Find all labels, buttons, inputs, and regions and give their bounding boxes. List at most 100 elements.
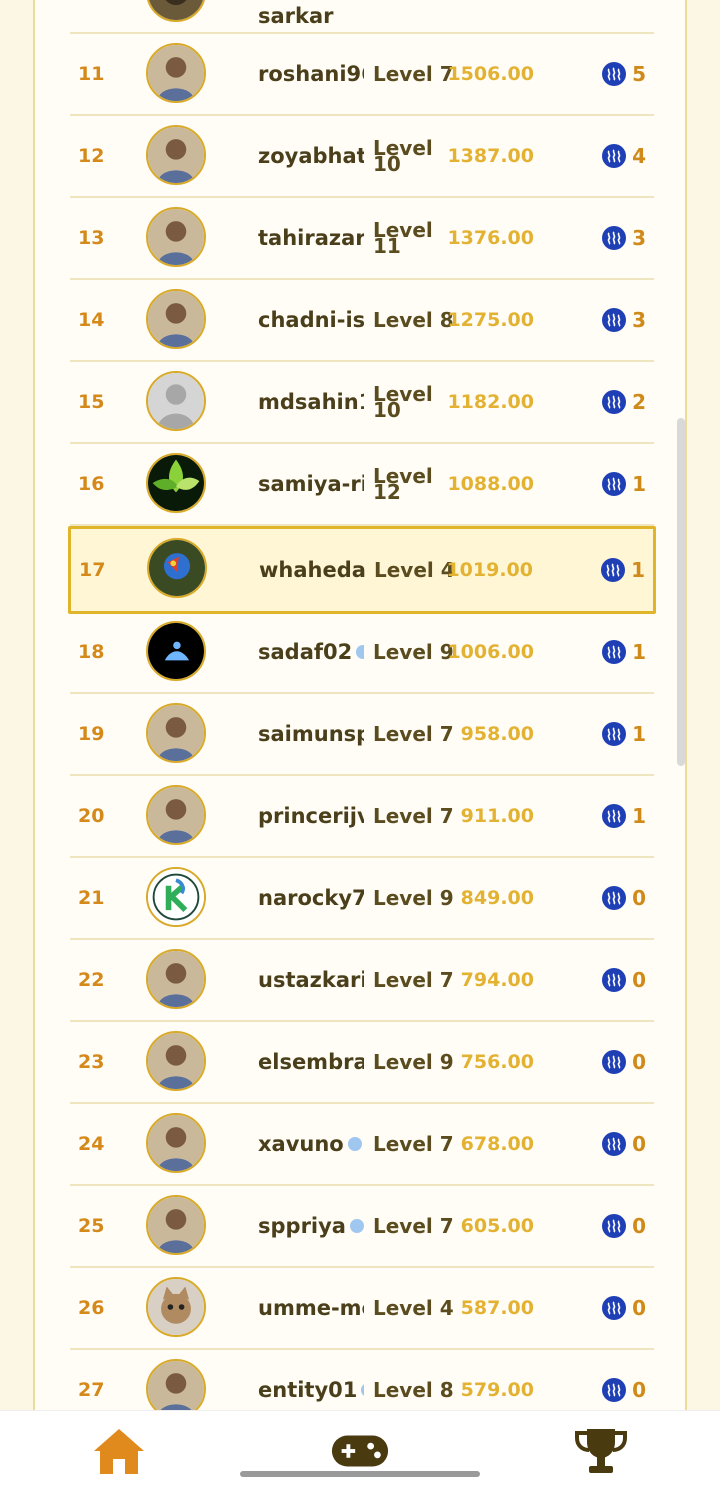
verified-info-icon (361, 1383, 364, 1397)
leaderboard-row[interactable]: 19 saimunsp Level 7 958.00 1 (70, 694, 654, 776)
leaderboard-row[interactable]: 15 mdsahin1 Level 10 1182.00 2 (70, 362, 654, 444)
leaderboard-row[interactable]: 24 xavuno Level 7 678.00 0 (70, 1104, 654, 1186)
avatar-leaves (148, 455, 204, 511)
score: 579.00 (460, 1379, 534, 1401)
avatar[interactable] (146, 1277, 206, 1337)
score: 1376.00 (447, 227, 534, 249)
reward-count: 1 (632, 722, 646, 746)
username-text: saimunsp (258, 722, 364, 746)
rank: 11 (78, 63, 105, 85)
steem-coin (602, 640, 626, 664)
username[interactable]: zoyabhat (258, 116, 364, 196)
username[interactable]: sarkar (258, 0, 364, 32)
tab-home[interactable] (89, 1423, 149, 1479)
home-indicator (240, 1471, 480, 1477)
avatar[interactable] (147, 538, 207, 598)
username[interactable]: sadaf02 (258, 612, 364, 692)
avatar[interactable] (146, 949, 206, 1009)
leaderboard-row[interactable]: 11 roshani96 Level 71506.00 5 (70, 34, 654, 116)
steem-coin-icon (607, 1219, 621, 1233)
avatar-photo (148, 291, 204, 347)
steem-coin-icon (607, 477, 621, 491)
avatar[interactable] (146, 289, 206, 349)
leaderboard-row[interactable]: 20 princerijv Level 7 911.00 1 (70, 776, 654, 858)
score: 958.00 (460, 723, 534, 745)
steem-coin-icon (607, 1055, 621, 1069)
steem-coin (601, 558, 625, 582)
avatar[interactable] (146, 125, 206, 185)
leaderboard-row[interactable]: 13 tahirazar Level 11 1376.00 3 (70, 198, 654, 280)
steem-coin (602, 1050, 626, 1074)
gamepad-icon (331, 1435, 389, 1467)
username[interactable]: tahirazar (258, 198, 364, 278)
username[interactable]: chadni-isl (258, 280, 364, 360)
avatar[interactable] (146, 621, 206, 681)
current-user-row[interactable]: 17 whaheda Level 4 1019.00 1 (68, 526, 656, 614)
steem-coin-icon (607, 1383, 621, 1397)
steem-coin-icon (607, 67, 621, 81)
leaderboard-row[interactable]: 14 chadni-isl Level 8 1275.00 3 (70, 280, 654, 362)
avatar-logo-k (148, 869, 204, 925)
avatar[interactable] (146, 43, 206, 103)
leaderboard-row[interactable]: 21 narocky7 Level 9 849.00 0 (70, 858, 654, 940)
username[interactable]: sppriya (258, 1186, 364, 1266)
username[interactable]: princerijv (258, 776, 364, 856)
score: 794.00 (460, 969, 534, 991)
username[interactable]: mdsahin1 (258, 362, 364, 442)
avatar[interactable] (146, 1031, 206, 1091)
leaderboard-row[interactable]: 22 ustazkari Level 7 794.00 0 (70, 940, 654, 1022)
username-text: sppriya (258, 1214, 346, 1238)
level: Level 7 (373, 62, 454, 86)
username[interactable]: ustazkari (258, 940, 364, 1020)
username-text: narocky7 (258, 886, 364, 910)
steem-coin-icon (606, 563, 620, 577)
reward-count: 0 (632, 968, 646, 992)
scrollbar[interactable] (677, 418, 685, 766)
steem-coin (602, 390, 626, 414)
avatar[interactable] (146, 453, 206, 513)
username[interactable]: roshani96 (258, 34, 364, 114)
leaderboard-row[interactable]: 23 elsembra Level 9 756.00 0 (70, 1022, 654, 1104)
username[interactable]: samiya-ri (258, 444, 364, 524)
username-text: tahirazar (258, 226, 364, 250)
avatar[interactable] (146, 207, 206, 267)
level: Level 4 (373, 1296, 454, 1320)
username[interactable]: entity01 (258, 1350, 364, 1410)
leaderboard-row[interactable]: 26 umme-mc Level 4 587.00 0 (70, 1268, 654, 1350)
avatar[interactable] (146, 1195, 206, 1255)
rank: 16 (78, 473, 105, 495)
username[interactable]: narocky7 (258, 858, 364, 938)
steem-coin (602, 472, 626, 496)
level: Level 11 (373, 218, 433, 258)
avatar[interactable] (146, 867, 206, 927)
username[interactable]: whaheda (259, 529, 365, 611)
avatar[interactable] (146, 0, 206, 22)
verified-info-icon (349, 1219, 364, 1233)
score: 756.00 (460, 1051, 534, 1073)
leaderboard-row[interactable]: 18 sadaf02 Level 9 1006.00 1 (70, 612, 654, 694)
leaderboard-panel[interactable]: sarkar11roshani96Level 71506.00512zoyabh… (33, 0, 687, 1410)
avatar[interactable] (146, 371, 206, 431)
score: 1019.00 (446, 559, 533, 581)
avatar[interactable] (146, 785, 206, 845)
username[interactable]: saimunsp (258, 694, 364, 774)
username[interactable]: umme-mc (258, 1268, 364, 1348)
bottom-tab-bar (0, 1410, 720, 1491)
steem-coin (602, 226, 626, 250)
score: 678.00 (460, 1133, 534, 1155)
avatar[interactable] (146, 703, 206, 763)
leaderboard-row[interactable]: 16 samiya-ri Level 12 1088.00 1 (70, 444, 654, 526)
avatar-photo (148, 705, 204, 761)
avatar[interactable] (146, 1113, 206, 1173)
avatar[interactable] (146, 1359, 206, 1410)
username[interactable]: xavuno (258, 1104, 364, 1184)
leaderboard-row[interactable]: sarkar (70, 0, 654, 34)
avatar-photo (148, 209, 204, 265)
leaderboard-row[interactable]: 27 entity01 Level 8 579.00 0 (70, 1350, 654, 1410)
tab-leaderboard[interactable] (571, 1423, 631, 1479)
username-text: samiya-ri (258, 472, 364, 496)
username[interactable]: elsembra (258, 1022, 364, 1102)
username-text: umme-mc (258, 1296, 364, 1320)
leaderboard-row[interactable]: 12 zoyabhat Level 10 1387.00 4 (70, 116, 654, 198)
leaderboard-row[interactable]: 25 sppriya Level 7 605.00 0 (70, 1186, 654, 1268)
